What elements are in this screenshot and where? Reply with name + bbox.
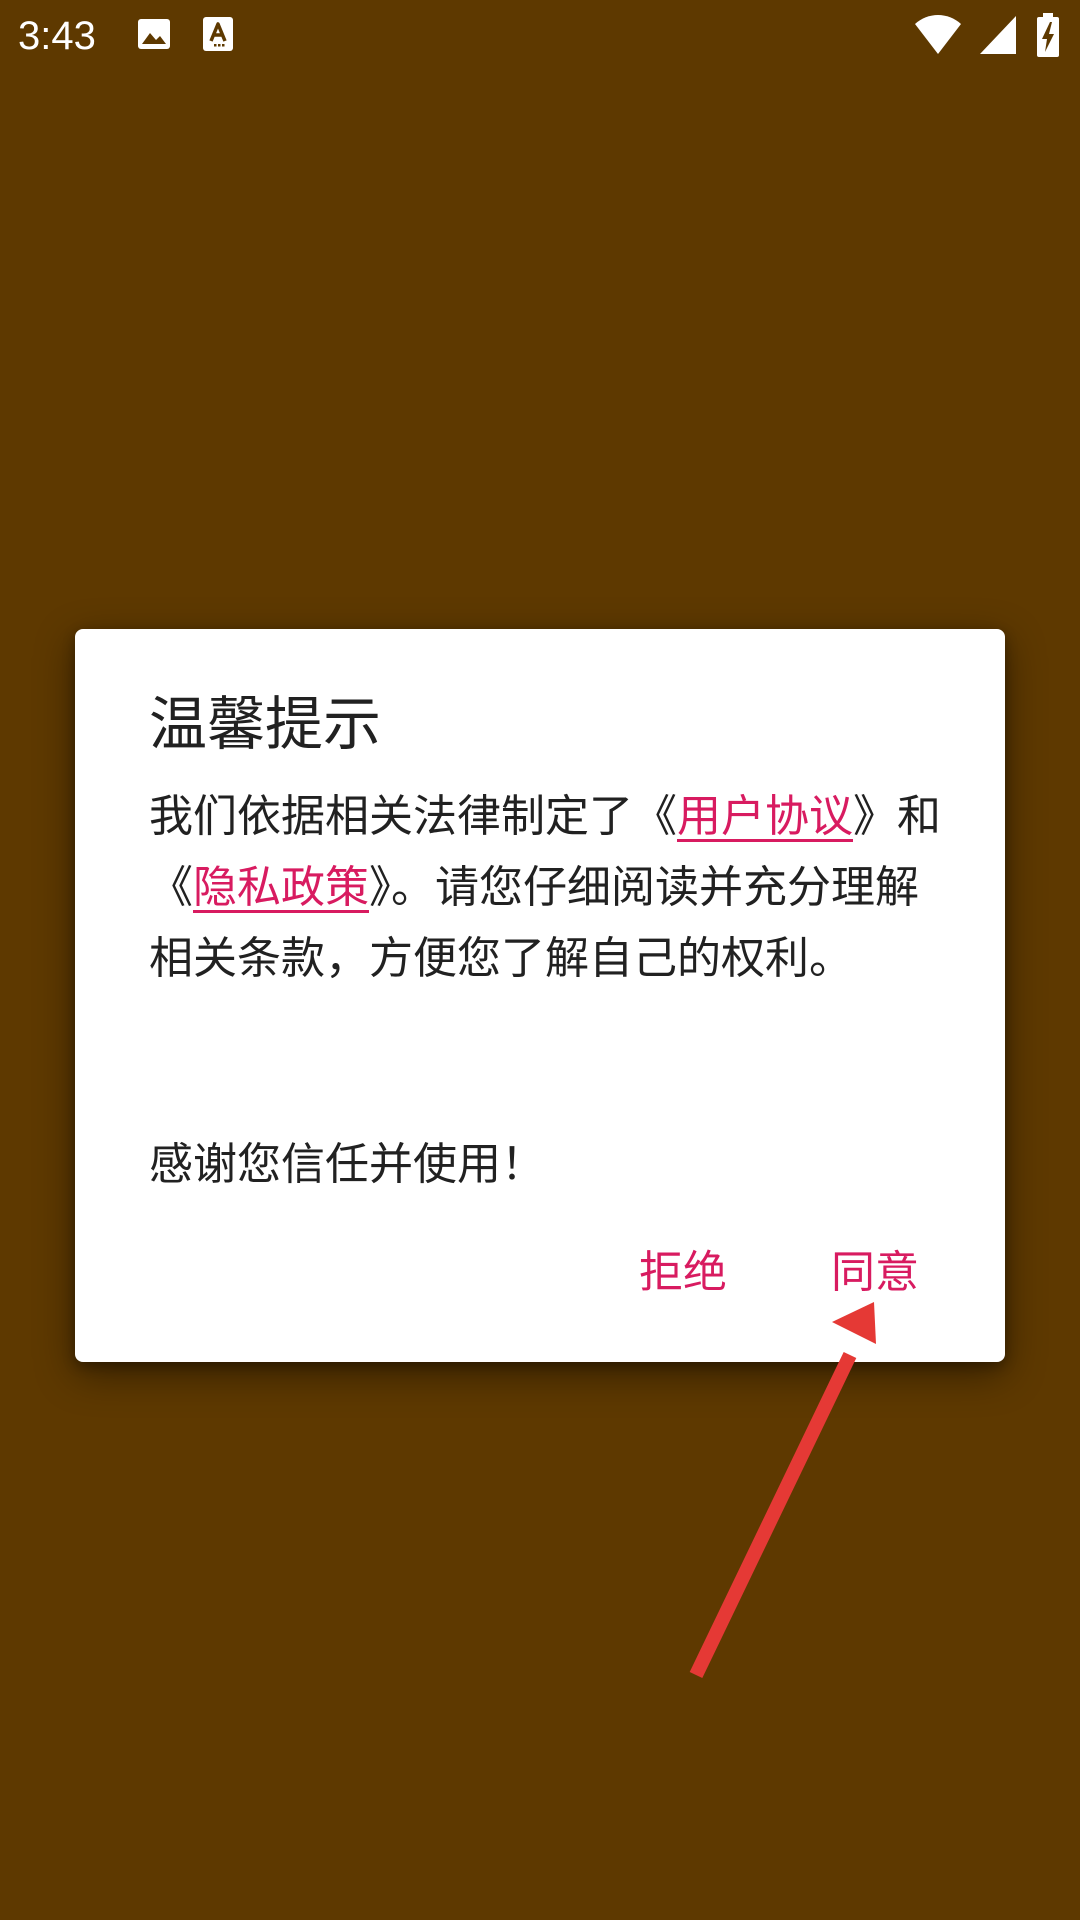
status-right-icons — [914, 12, 1064, 60]
dialog-thanks-text: 感谢您信任并使用！ — [149, 1139, 545, 1190]
battery-charging-icon — [1036, 12, 1060, 62]
reject-button[interactable]: 拒绝 — [623, 1238, 743, 1308]
font-a-icon — [202, 16, 234, 56]
dialog-message-prefix: 我们依据相关法律制定了《 — [149, 791, 677, 842]
status-time: 3:43 — [18, 14, 96, 58]
agree-button[interactable]: 同意 — [815, 1238, 935, 1308]
image-icon — [136, 16, 172, 56]
privacy-dialog: 温馨提示 我们依据相关法律制定了《用户协议》和《隐私政策》。请您仔细阅读并充分理… — [75, 629, 1005, 1362]
cell-signal-icon — [978, 12, 1018, 60]
privacy-policy-link[interactable]: 隐私政策 — [193, 862, 369, 913]
status-bar: 3:43 — [0, 0, 1080, 72]
user-agreement-link[interactable]: 用户协议 — [677, 791, 853, 842]
dialog-message: 我们依据相关法律制定了《用户协议》和《隐私政策》。请您仔细阅读并充分理解相关条款… — [149, 781, 941, 994]
dialog-title: 温馨提示 — [149, 690, 382, 758]
dialog-actions: 拒绝 同意 — [75, 1192, 1005, 1362]
wifi-icon — [914, 12, 962, 60]
app-screen: 3:43 温馨提示 我们依据相关法律制定了《用户协议》和《隐私政策》。请您仔细阅… — [0, 0, 1080, 1920]
